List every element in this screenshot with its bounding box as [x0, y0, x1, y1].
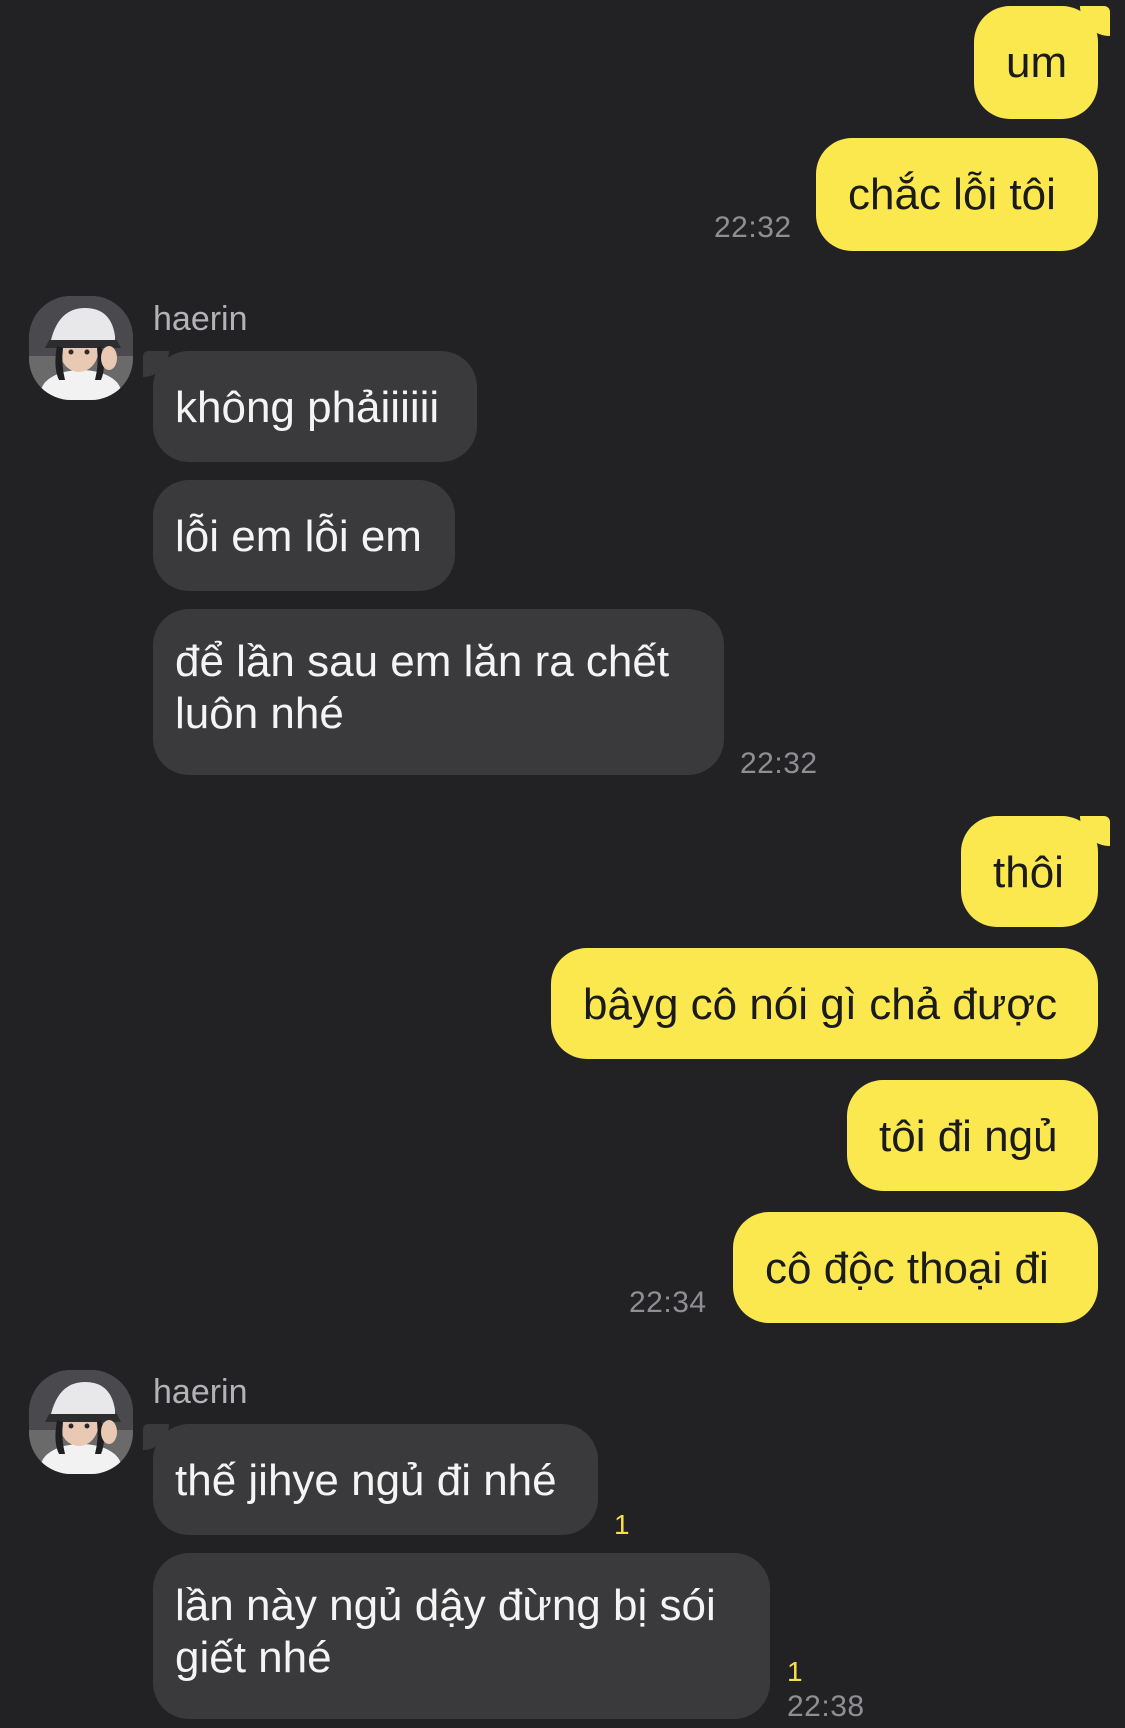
message-text: bâyg cô nói gì chả được [583, 980, 1058, 1029]
profile-photo-icon [29, 1370, 133, 1474]
message-text: um [1006, 38, 1068, 87]
incoming-message-bubble[interactable]: để lần sau em lăn ra chết luôn nhé [153, 609, 724, 775]
outgoing-message-bubble[interactable]: um [974, 6, 1110, 119]
message-text: thế jihye ngủ đi nhé [175, 1456, 557, 1505]
message-text: thôi [993, 848, 1064, 897]
outgoing-message-bubble[interactable]: chắc lỗi tôi [816, 138, 1098, 251]
incoming-message-bubble[interactable]: lần này ngủ dậy đừng bị sói giết nhé [153, 1553, 770, 1719]
sender-name: haerin [153, 1373, 248, 1411]
sender-avatar[interactable] [29, 296, 133, 400]
message-time: 22:32 [740, 747, 818, 780]
message-text: không phảiiiiii [175, 383, 440, 432]
bubble-tail [1080, 6, 1110, 36]
incoming-message-bubble[interactable]: lỗi em lỗi em [153, 480, 455, 591]
bubble-tail [1080, 816, 1110, 846]
outgoing-message-bubble[interactable]: cô độc thoại đi [733, 1212, 1098, 1323]
message-text: để lần sau em lăn ra chết luôn nhé [175, 637, 670, 738]
profile-photo-icon [29, 296, 133, 400]
message-text: cô độc thoại đi [765, 1244, 1049, 1293]
outgoing-message-bubble[interactable]: thôi [961, 816, 1110, 927]
unread-count: 1 [614, 1509, 630, 1540]
chat-thread[interactable]: um 22:32 chắc lỗi tôi haerin không phảii… [0, 0, 1125, 1728]
bubble-tail [143, 351, 169, 377]
unread-count: 1 [787, 1656, 803, 1687]
message-text: lỗi em lỗi em [175, 512, 422, 561]
sender-name: haerin [153, 300, 248, 338]
sender-avatar[interactable] [29, 1370, 133, 1474]
message-time: 22:34 [629, 1286, 707, 1319]
outgoing-message-bubble[interactable]: bâyg cô nói gì chả được [551, 948, 1098, 1059]
message-time: 22:32 [714, 211, 792, 244]
outgoing-message-bubble[interactable]: tôi đi ngủ [847, 1080, 1098, 1191]
message-text: lần này ngủ dậy đừng bị sói giết nhé [175, 1581, 716, 1682]
message-time: 22:38 [787, 1690, 865, 1723]
message-text: chắc lỗi tôi [848, 170, 1056, 219]
bubble-tail [143, 1424, 169, 1450]
incoming-message-bubble[interactable]: thế jihye ngủ đi nhé [143, 1424, 598, 1535]
message-text: tôi đi ngủ [879, 1112, 1058, 1161]
incoming-message-bubble[interactable]: không phảiiiiii [143, 351, 477, 462]
